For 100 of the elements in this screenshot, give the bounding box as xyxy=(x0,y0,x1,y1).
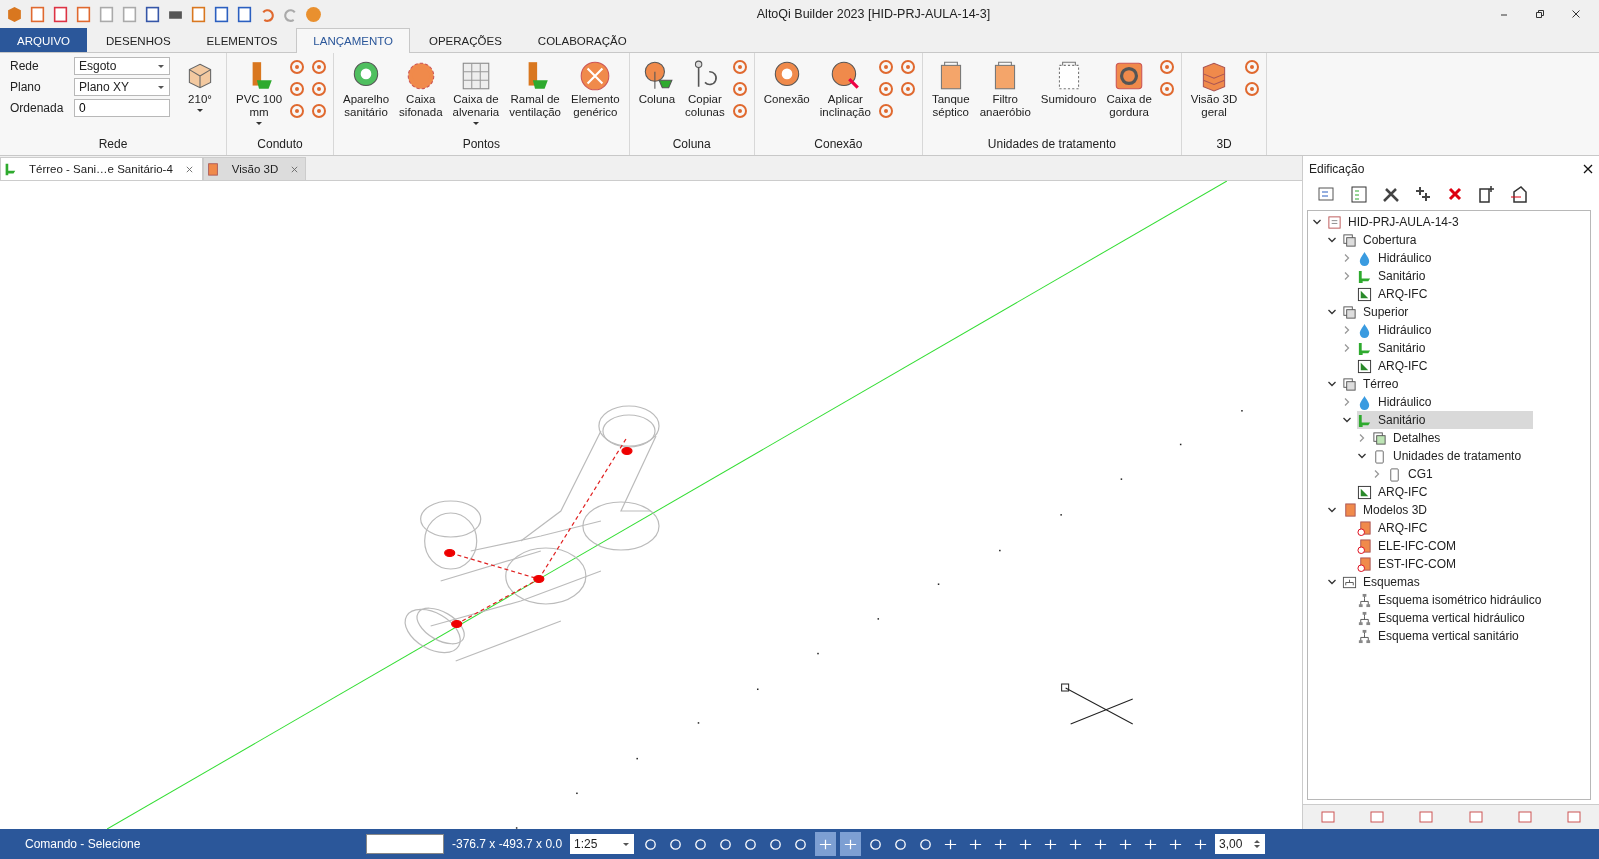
spin-arrows-icon[interactable] xyxy=(1253,838,1262,850)
ribbon-button[interactable]: Copiar colunas xyxy=(682,57,728,121)
ribbon-tab[interactable]: DESENHOS xyxy=(89,28,188,52)
ribbon-button[interactable]: Caixa de gordura xyxy=(1103,57,1155,121)
properties-icon[interactable] xyxy=(1349,184,1369,204)
collapse-chevron-icon[interactable] xyxy=(1312,217,1322,227)
collapse-chevron-icon[interactable] xyxy=(1357,451,1367,461)
fitting-icon[interactable] xyxy=(877,103,894,119)
tree-item[interactable]: Detalhes xyxy=(1372,429,1447,447)
doc-icon[interactable] xyxy=(236,5,253,23)
fitting-icon[interactable] xyxy=(731,103,748,119)
doc-icon[interactable] xyxy=(190,5,207,23)
ribbon-button[interactable]: 210° xyxy=(180,57,220,115)
save-icon[interactable] xyxy=(98,5,115,23)
ribbon-button[interactable]: Tanque séptico xyxy=(928,57,973,121)
collapse-chevron-icon[interactable] xyxy=(1342,415,1352,425)
tree-item[interactable]: Sanitário xyxy=(1357,339,1432,357)
ribbon-button[interactable]: Aparelho sanitário xyxy=(340,57,393,121)
ribbon-tab[interactable]: COLABORAÇÃO xyxy=(520,28,644,52)
tree-item[interactable]: HID-PRJ-AULA-14-3 xyxy=(1327,213,1465,231)
restore-icon[interactable] xyxy=(1535,9,1545,19)
tree-item[interactable]: ELE-IFC-COM xyxy=(1357,537,1462,555)
fitting-icon[interactable] xyxy=(1158,81,1175,97)
tree-item[interactable]: Térreo xyxy=(1342,375,1405,393)
ribbon-button[interactable]: Coluna xyxy=(635,57,679,108)
tree-item[interactable]: ARQ-IFC xyxy=(1357,285,1434,303)
fitting-icon[interactable] xyxy=(1158,59,1175,75)
fitting-icon[interactable] xyxy=(731,81,748,97)
collapse-chevron-icon[interactable] xyxy=(1327,577,1337,587)
ribbon-tab[interactable]: ARQUIVO xyxy=(0,28,88,52)
tree-item[interactable]: CG1 xyxy=(1387,465,1439,483)
fitting-icon[interactable] xyxy=(877,81,894,97)
command-input[interactable] xyxy=(366,834,444,854)
tree-item[interactable]: Superior xyxy=(1342,303,1415,321)
scale-dropdown[interactable]: 1:25 xyxy=(570,834,635,854)
close-icon[interactable] xyxy=(1571,9,1581,19)
tree-item[interactable]: ARQ-IFC xyxy=(1357,519,1434,537)
fitting-icon[interactable] xyxy=(289,59,306,75)
ribbon-button[interactable]: Caixa de alvenaria xyxy=(449,57,503,128)
ribbon-button[interactable]: Aplicar inclinação xyxy=(816,57,874,121)
expand-chevron-icon[interactable] xyxy=(1342,397,1352,407)
document-tab[interactable]: Visão 3D xyxy=(202,157,307,180)
collapse-chevron-icon[interactable] xyxy=(1327,379,1337,389)
fitting-icon[interactable] xyxy=(289,81,306,97)
expand-chevron-icon[interactable] xyxy=(1342,343,1352,353)
fitting-icon[interactable] xyxy=(311,103,328,119)
fitting-icon[interactable] xyxy=(731,59,748,75)
expand-chevron-icon[interactable] xyxy=(1342,325,1352,335)
tree-item[interactable]: Sanitário xyxy=(1357,411,1533,429)
doc-icon[interactable] xyxy=(29,5,46,23)
tree-view-icon[interactable] xyxy=(1317,184,1337,204)
collapse-chevron-icon[interactable] xyxy=(1327,235,1337,245)
tree-item[interactable]: Unidades de tratamento xyxy=(1372,447,1528,465)
doc-icon[interactable] xyxy=(52,5,69,23)
spin-field[interactable]: 3,00 xyxy=(1215,834,1266,854)
ribbon-button[interactable]: Ramal de ventilação xyxy=(506,57,565,121)
tree-item[interactable]: Hidráulico xyxy=(1357,393,1438,411)
tree-item[interactable]: Hidráulico xyxy=(1357,321,1438,339)
doc-icon[interactable] xyxy=(144,5,161,23)
new-page-icon[interactable] xyxy=(1477,184,1497,204)
tree-item[interactable]: ARQ-IFC xyxy=(1357,357,1434,375)
expand-chevron-icon[interactable] xyxy=(1342,271,1352,281)
ribbon-button[interactable]: Filtro anaeróbio xyxy=(976,57,1034,121)
tree-item[interactable]: ARQ-IFC xyxy=(1357,483,1434,501)
tree-item[interactable]: Sanitário xyxy=(1357,267,1432,285)
fitting-icon[interactable] xyxy=(1244,81,1261,97)
app-logo-icon[interactable] xyxy=(6,5,23,23)
ribbon-button[interactable]: Visão 3D geral xyxy=(1187,57,1241,121)
fitting-icon[interactable] xyxy=(289,103,306,119)
tree-item[interactable]: Cobertura xyxy=(1342,231,1423,249)
fitting-icon[interactable] xyxy=(899,81,916,97)
tree-item[interactable]: EST-IFC-COM xyxy=(1357,555,1462,573)
save-icon[interactable] xyxy=(75,5,92,23)
ribbon-button[interactable]: Caixa sifonada xyxy=(396,57,446,121)
expand-chevron-icon[interactable] xyxy=(1342,253,1352,263)
ribbon-button[interactable]: Sumidouro xyxy=(1037,57,1100,108)
fitting-icon[interactable] xyxy=(899,59,916,75)
dropdown-field[interactable]: Plano XY xyxy=(74,78,170,96)
ribbon-tab[interactable]: ELEMENTOS xyxy=(189,28,295,52)
tree-item[interactable]: Modelos 3D xyxy=(1342,501,1434,519)
ribbon-button[interactable]: PVC 100 mm xyxy=(233,57,286,128)
ribbon-button[interactable]: Elemento genérico xyxy=(568,57,623,121)
tree-item[interactable]: Hidráulico xyxy=(1357,249,1438,267)
collapse-chevron-icon[interactable] xyxy=(1327,505,1337,515)
expand-chevron-icon[interactable] xyxy=(1372,469,1382,479)
tree-item[interactable]: Esquema isométrico hidráulico xyxy=(1357,591,1548,609)
add-icon[interactable] xyxy=(1413,184,1433,204)
building-icon[interactable] xyxy=(1509,184,1529,204)
tree-item[interactable]: Esquemas xyxy=(1342,573,1426,591)
fitting-icon[interactable] xyxy=(1244,59,1261,75)
ribbon-tab[interactable]: OPERAÇÕES xyxy=(412,28,519,52)
doc-icon[interactable] xyxy=(213,5,230,23)
collapse-chevron-icon[interactable] xyxy=(1327,307,1337,317)
ribbon-button[interactable]: Conexão xyxy=(760,57,813,108)
fitting-icon[interactable] xyxy=(877,59,894,75)
ribbon-tab[interactable]: LANÇAMENTO xyxy=(296,28,410,53)
fitting-icon[interactable] xyxy=(311,81,328,97)
input-field[interactable]: 0 xyxy=(74,99,170,117)
expand-chevron-icon[interactable] xyxy=(1357,433,1367,443)
tree-item[interactable]: Esquema vertical sanitário xyxy=(1357,627,1525,645)
